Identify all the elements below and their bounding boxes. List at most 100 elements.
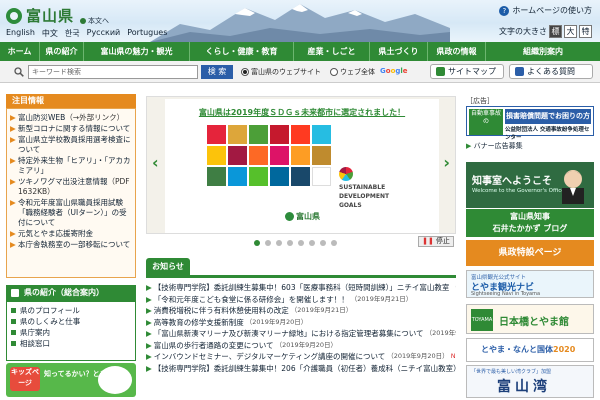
sdg-icons [207,125,333,186]
kids-page-banner[interactable]: キッズページ 知ってるかい？とやまけん [6,363,136,397]
news-tab[interactable]: お知らせ [146,258,190,275]
font-size-standard-button[interactable]: 標 [549,25,562,38]
governor-title: 知事室へようこそ [472,176,552,187]
slider-dot[interactable] [265,240,271,246]
list-item[interactable]: ▶ 富山県立学校教員採用選考検査について [10,135,132,155]
list-item[interactable]: 県のプロフィール [11,305,131,316]
slider-pagination [254,240,337,246]
nav-attractions[interactable]: 富山県の魅力・観光 [84,42,190,61]
lang-chinese[interactable]: 中文 [42,28,58,39]
sdg-tile-16 [270,167,289,186]
howto-label: ホームページの使い方 [512,6,592,15]
slide[interactable]: 富山県は2019年度ＳＤＧｓ未来都市に選定されました！ SUSTAINABLE … [165,99,439,233]
font-size-large-button[interactable]: 大 [564,25,577,38]
arrow-icon: ▶ [10,124,16,133]
arrow-icon: ▶ [10,229,16,238]
howto-link[interactable]: ? ホームページの使い方 [499,5,592,16]
slider-stop-button[interactable]: ❚❚ 停止 [418,236,454,247]
sdg-tile-1 [207,125,226,144]
news-header: お知らせ [146,258,456,278]
radio-web-search[interactable]: ウェブ全体 [330,67,375,77]
lang-korean[interactable]: 한국 [65,28,80,39]
ad-car-image: 自動車事故の [469,109,503,135]
ad-recruit-link[interactable]: ▶ バナー広告募集 [466,141,523,151]
slider-dot[interactable] [320,240,326,246]
list-item[interactable]: ▶ 特定外来生物「ヒアリ」・「アカカミアリ」 [10,156,132,176]
pref-info-list: 県のプロフィール 県のしくみと仕事 県庁案内 相談窓口 [6,301,136,361]
arrow-icon: ▶ [146,352,152,361]
list-item[interactable]: ▶ ツキノワグマ出没注意情報（PDF 1632KB） [10,177,132,197]
news-item[interactable]: ▶ 消費税増税に伴う有料休憩使用料の改定 （2019年9月21日） [146,305,456,317]
nav-govinfo[interactable]: 県政の情報 [428,42,486,61]
nav-industry[interactable]: 産業・しごと [294,42,370,61]
slider-dot[interactable] [331,240,337,246]
news-item[interactable]: ▶ 「富山県新湊マリーナ及び新湊マリーナ緑地」における指定管理者募集について （20… [146,328,456,340]
blog-line1: 富山県知事 [510,212,550,221]
sdg-tile-9 [249,146,268,165]
list-item[interactable]: 相談窓口 [11,338,131,349]
slide-logo: 富山県 [285,211,320,222]
site-logo[interactable]: 富山県 [6,5,74,26]
list-item[interactable]: 県のしくみと仕事 [11,316,131,327]
feature-page-banner[interactable]: 県政特設ページ [466,240,594,266]
list-item[interactable]: 県庁案内 [11,327,131,338]
logo-text: 富山県 [26,7,75,25]
news-item[interactable]: ▶ 【技術専門学院】委託訓練生募集中！603「医療事務科（短時間訓練）」ニチイ富山… [146,282,456,294]
font-size-switcher: 文字の大きさ 標 大 特 [499,25,592,38]
nihonbashi-toyamakan-banner[interactable]: TOYAMA 日本橋とやま館 [466,304,594,334]
ad-label: ［広告］ [466,97,494,105]
governor-blog-banner[interactable]: 富山県知事 石井たかかず ブログ [466,209,594,237]
ad-title: 損害賠償問題でお困りの方へ [505,109,591,135]
news-item[interactable]: ▶ 高等教育の修学支援新制度 （2019年9月20日） [146,317,456,329]
news-item[interactable]: ▶ インバウンドセミナー、デジタルマーケティング講座の開催について （2019年9月… [146,351,456,363]
radio-web-label: ウェブ全体 [340,68,375,76]
slider-dot[interactable] [254,240,260,246]
faq-button[interactable]: よくある質問 [509,64,593,79]
lang-portuguese[interactable]: Portugues [127,28,167,39]
sdg-tile-15 [249,167,268,186]
list-item[interactable]: ▶ 令和元年度富山県職員採用試験「職務経験者（UIターン）」の受付について [10,198,132,228]
arrow-icon: ▶ [10,177,16,186]
news-item[interactable]: ▶ 富山県の歩行者通路の変更について （2019年9月20日） [146,340,456,352]
lang-english[interactable]: English [6,28,35,39]
slider-dot[interactable] [298,240,304,246]
search-button[interactable]: 検 索 [201,65,233,79]
skip-to-content-link[interactable]: 本文へ [80,16,109,26]
radio-site-search[interactable]: 富山県のウェブサイト [241,67,321,77]
arrow-icon: ▶ [146,283,152,292]
list-item[interactable]: ▶ 富山防災WEB（→外部リンク） [10,113,132,123]
list-item[interactable]: ▶ 新型コロナに関する情報について [10,124,132,134]
nav-home[interactable]: ホーム [0,42,40,61]
sdg-tile-14 [228,167,247,186]
slider-dot[interactable] [276,240,282,246]
news-item[interactable]: ▶ 【技術専門学院】委託訓練生募集中！206「介護職員（初任者）養成科（ニチイ富山… [146,363,456,375]
tourism-navi-banner[interactable]: 富山県観光公式サイト とやま観光ナビ Sightseeing Navi in T… [466,270,594,298]
lang-russian[interactable]: Русский [87,28,121,39]
sitemap-button[interactable]: サイトマップ [430,64,504,79]
prev-arrow-icon[interactable]: ‹ [152,153,159,172]
list-item[interactable]: ▶ 本庁舎執務室の一部移転について [10,240,132,250]
nav-pref-intro[interactable]: 県の紹介 [40,42,84,61]
global-nav: ホーム 県の紹介 富山県の魅力・観光 くらし・健康・教育 産業・しごと 県土づく… [0,42,600,61]
list-item[interactable]: ▶ 元気とやま応援寄附金 [10,229,132,239]
news-item[interactable]: ▶ 「令和元年度こども食堂に係る研修会」を開催します！！ （2019年9月21日） [146,294,456,306]
toyama-bay-banner[interactable]: 「世界で最も美しい湾クラブ」加盟 富山湾 [466,365,594,398]
governor-office-banner[interactable]: 知事室へようこそ Welcome to the Governor's Offic… [466,162,594,208]
slider-dot[interactable] [287,240,293,246]
hero-slider: ‹ 富山県は2019年度ＳＤＧｓ未来都市に選定されました！ SUSTAINABL… [146,96,456,234]
font-size-xlarge-button[interactable]: 特 [579,25,592,38]
governor-subtitle: Welcome to the Governor's Office [472,188,565,194]
font-size-label: 文字の大きさ [499,27,547,36]
search-input[interactable]: キーワード検索 [28,65,198,79]
sitemap-label: サイトマップ [448,67,496,76]
logo-mark-icon [285,212,294,221]
nav-living[interactable]: くらし・健康・教育 [190,42,294,61]
ad-banner[interactable]: 自動車事故の 損害賠償問題でお困りの方へ 公益財団法人 交通事故紛争処理センター [466,106,594,141]
sdg-tile-10 [270,146,289,165]
slider-dot[interactable] [309,240,315,246]
nav-land[interactable]: 県土づくり [370,42,428,61]
arrow-icon: ▶ [146,317,152,327]
next-arrow-icon[interactable]: › [443,153,450,172]
kokutai-banner[interactable]: とやま・なんと国体2020 [466,338,594,362]
nav-organization[interactable]: 組織別案内 [486,42,600,61]
